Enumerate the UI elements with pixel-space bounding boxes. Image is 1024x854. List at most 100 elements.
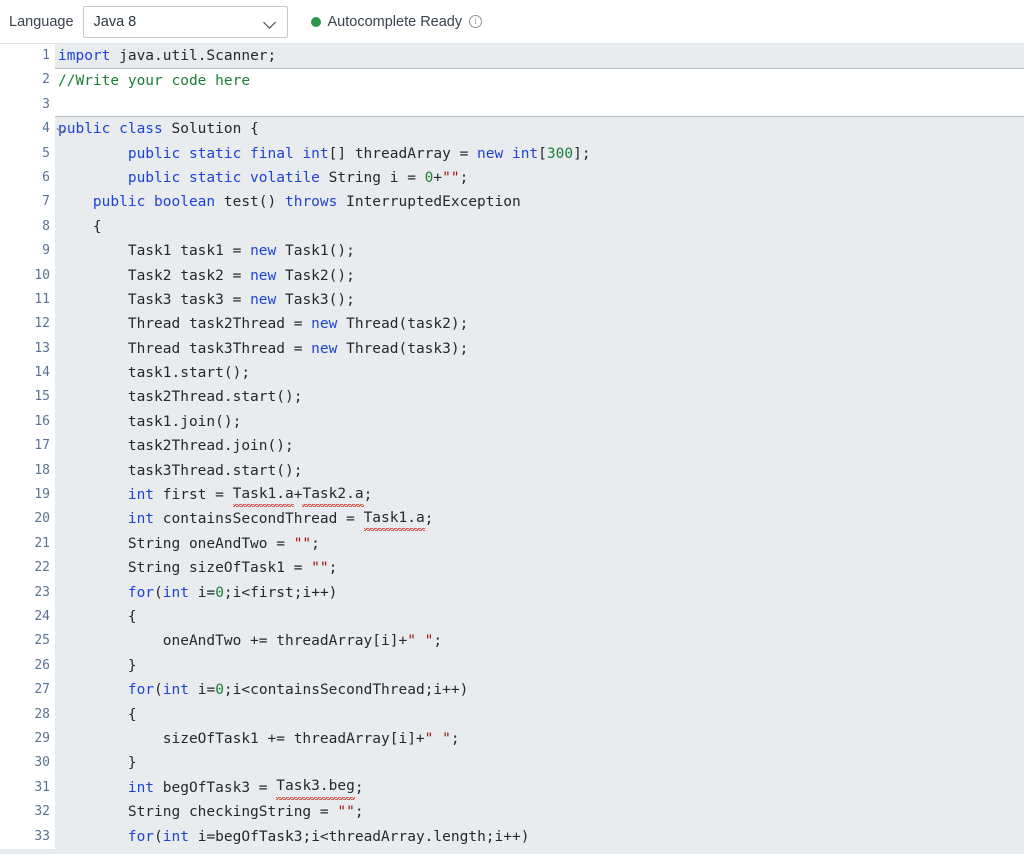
code-line[interactable]: 10 Task2 task2 = new Task2(); (0, 263, 1024, 288)
code-line[interactable]: 29 sizeOfTask1 += threadArray[i]+ " "; (0, 726, 1024, 752)
code-token: ; (354, 779, 364, 796)
status-indicator-dot (310, 16, 321, 27)
code-token: ; (363, 487, 373, 504)
code-line[interactable]: 22 String sizeOfTask1 = ""; (0, 556, 1024, 581)
code-line-content[interactable]: public static final int[] threadArray = … (55, 141, 1024, 166)
code-line[interactable]: 2 //Write your code here (0, 68, 1024, 93)
code-line[interactable]: 33 for(int i=begOfTask3;i<threadArray.le… (0, 824, 1024, 849)
code-line[interactable]: 4 public class Solution { (0, 117, 1024, 142)
code-line-content[interactable]: public boolean test() throws Interrupted… (55, 190, 1024, 215)
code-line-content[interactable]: task2Thread.join(); (55, 434, 1024, 459)
code-token: ; (354, 804, 364, 821)
code-line-content[interactable]: for(int i=begOfTask3;i<threadArray.lengt… (55, 824, 1024, 849)
code-line[interactable]: 24 { (0, 604, 1024, 630)
code-line[interactable]: 21 String oneAndTwo = ""; (0, 531, 1024, 557)
code-token: String oneAndTwo = (58, 535, 294, 552)
code-line-content[interactable]: task2Thread.start(); (55, 385, 1024, 410)
code-line[interactable]: 5 public static final int[] threadArray … (0, 141, 1024, 166)
code-line[interactable]: 30 } (0, 751, 1024, 776)
language-label: Language (9, 13, 74, 30)
code-token: sizeOfTask1 += threadArray[i]+ (58, 730, 425, 747)
line-number-gutter: 16 (0, 409, 55, 435)
code-line-content[interactable]: int begOfTask3 = Task3.beg; (55, 775, 1024, 801)
code-line-content[interactable]: task1.join(); (55, 409, 1024, 435)
code-line-content[interactable]: } (55, 653, 1024, 679)
code-line-content[interactable]: { (55, 604, 1024, 630)
code-line-content[interactable]: Task2 task2 = new Task2(); (55, 263, 1024, 288)
code-line[interactable]: 1 import java.util.Scanner; (0, 44, 1024, 69)
code-line-content[interactable]: for(int i= 0 ;i<first;i++) (55, 580, 1024, 605)
code-token: [ (538, 145, 547, 162)
line-number-gutter: 30 (0, 751, 55, 776)
code-line-content[interactable]: } (55, 751, 1024, 776)
code-line-content[interactable]: task3Thread.start(); (55, 458, 1024, 484)
code-line-content[interactable]: public class Solution { (55, 117, 1024, 142)
code-token: new (311, 316, 338, 333)
code-line-content[interactable]: { (55, 702, 1024, 727)
code-line-content[interactable]: int containsSecondThread = Task1.a; (55, 507, 1024, 532)
language-select[interactable]: Java 8 (82, 5, 288, 38)
code-token: String checkingString = (58, 804, 338, 821)
code-line-content[interactable]: Task1 task1 = new Task1(); (55, 239, 1024, 264)
code-token: "" (337, 804, 355, 821)
code-line[interactable]: 27 for(int i= 0 ;i<containsSecondThread;i+… (0, 678, 1024, 703)
code-line-content[interactable]: import java.util.Scanner; (55, 44, 1024, 69)
code-line[interactable]: 15 task2Thread.start(); (0, 385, 1024, 410)
code-token-error: Task3.beg (276, 775, 355, 801)
code-line-content[interactable]: oneAndTwo += threadArray[i]+ " "; (55, 629, 1024, 654)
code-line[interactable]: 17 task2Thread.join(); (0, 434, 1024, 459)
code-line-content[interactable]: String sizeOfTask1 = ""; (55, 556, 1024, 581)
code-line-content[interactable]: { (55, 214, 1024, 240)
code-line-content[interactable]: for(int i= 0 ;i<containsSecondThread;i++) (55, 678, 1024, 703)
code-line[interactable]: 6 public static volatile String i = 0 + ""… (0, 165, 1024, 191)
code-line[interactable]: 32 String checkingString = ""; (0, 800, 1024, 825)
code-line-content[interactable]: sizeOfTask1 += threadArray[i]+ " "; (55, 726, 1024, 752)
fold-chevron-down-icon[interactable] (57, 123, 69, 135)
info-icon[interactable] (469, 15, 483, 28)
code-line[interactable]: 9 Task1 task1 = new Task1(); (0, 239, 1024, 264)
code-token: new (311, 340, 338, 357)
code-line-content[interactable]: public static volatile String i = 0 + ""; (55, 165, 1024, 191)
line-number-gutter: 32 (0, 800, 55, 825)
code-token: task2Thread.start(); (58, 389, 303, 406)
code-line[interactable]: 13 Thread task3Thread = new Thread(task3… (0, 336, 1024, 362)
line-number-gutter: 2 (0, 68, 55, 93)
code-line-content[interactable] (55, 92, 1024, 118)
code-token: String i = (319, 169, 425, 186)
line-number: 32 (34, 804, 50, 820)
code-line[interactable]: 12 Thread task2Thread = new Thread(task2… (0, 312, 1024, 337)
code-line[interactable]: 19 int first = Task1.a + Task2.a; (0, 483, 1024, 508)
code-line-content[interactable]: //Write your code here (55, 68, 1024, 93)
code-token: begOfTask3 = (154, 779, 277, 796)
code-line[interactable]: 26 } (0, 653, 1024, 679)
code-line[interactable]: 20 int containsSecondThread = Task1.a; (0, 507, 1024, 532)
code-line[interactable]: 18 task3Thread.start(); (0, 458, 1024, 484)
code-token: for (127, 584, 155, 601)
code-line-content[interactable]: Thread task2Thread = new Thread(task2); (55, 312, 1024, 337)
code-line[interactable]: 8 { (0, 214, 1024, 240)
code-token: for (127, 828, 155, 845)
code-line-content[interactable]: task1.start(); (55, 361, 1024, 386)
code-line[interactable]: 11 Task3 task3 = new Task3(); (0, 287, 1024, 313)
code-token: 0 (215, 682, 224, 699)
code-line[interactable]: 3 (0, 92, 1024, 118)
code-editor[interactable]: 1 import java.util.Scanner; 2 //Write your … (0, 44, 1024, 854)
code-line-content[interactable]: int first = Task1.a + Task2.a; (55, 483, 1024, 508)
code-line[interactable]: 25 oneAndTwo += threadArray[i]+ " "; (0, 629, 1024, 654)
code-token: Solution { (162, 121, 259, 138)
code-line-content[interactable]: Thread task3Thread = new Thread(task3); (55, 336, 1024, 362)
code-line[interactable]: 16 task1.join(); (0, 409, 1024, 435)
line-number-gutter: 7 (0, 190, 55, 215)
code-line-content[interactable]: String oneAndTwo = ""; (55, 531, 1024, 557)
code-line-content[interactable]: Task3 task3 = new Task3(); (55, 287, 1024, 313)
code-line-content[interactable]: String checkingString = ""; (55, 800, 1024, 825)
code-line[interactable]: 28 { (0, 702, 1024, 727)
code-line[interactable]: 7 public boolean test() throws Interrupt… (0, 190, 1024, 215)
line-number-gutter: 8 (0, 214, 55, 240)
code-line[interactable]: 23 for(int i= 0 ;i<first;i++) (0, 580, 1024, 605)
code-line[interactable]: 14 task1.start(); (0, 361, 1024, 386)
code-line[interactable]: 31 int begOfTask3 = Task3.beg; (0, 775, 1024, 801)
